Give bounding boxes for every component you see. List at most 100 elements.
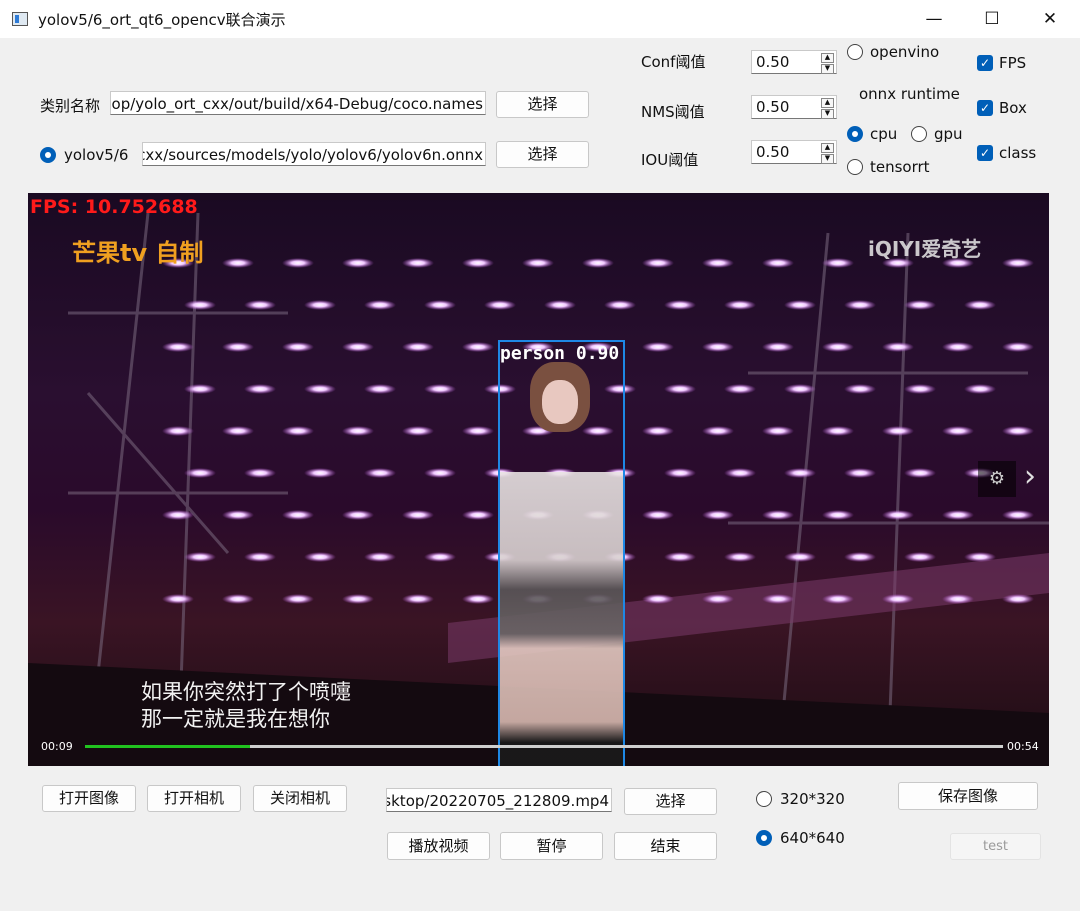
- gpu-radio[interactable]: [911, 126, 927, 142]
- test-button: test: [950, 833, 1041, 860]
- stage-light: [222, 258, 254, 268]
- stage-light: [424, 300, 456, 310]
- nms-threshold-spinbox[interactable]: 0.50 ▲ ▼: [751, 95, 837, 119]
- spin-down-icon[interactable]: ▼: [821, 64, 834, 74]
- box-checkbox[interactable]: ✓: [977, 100, 993, 116]
- stage-light: [942, 426, 974, 436]
- stage-light: [664, 552, 696, 562]
- stage-light: [364, 552, 396, 562]
- pause-button[interactable]: 暂停: [500, 832, 603, 860]
- stage-light: [904, 300, 936, 310]
- spin-down-icon[interactable]: ▼: [821, 109, 834, 119]
- open-camera-button[interactable]: 打开相机: [147, 785, 241, 812]
- size-320-radio[interactable]: [756, 791, 772, 807]
- detection-box: [498, 340, 625, 766]
- model-select-button[interactable]: 选择: [496, 141, 589, 168]
- stage-light: [402, 342, 434, 352]
- stop-button[interactable]: 结束: [614, 832, 717, 860]
- title-bar: yolov5/6_ort_qt6_opencv联合演示 — ☐ ✕: [0, 0, 1080, 38]
- progress-track[interactable]: [85, 745, 1003, 748]
- stage-light: [582, 258, 614, 268]
- class-checkbox[interactable]: ✓: [977, 145, 993, 161]
- stage-light: [222, 426, 254, 436]
- open-image-button[interactable]: 打开图像: [42, 785, 136, 812]
- stage-light: [1002, 258, 1034, 268]
- stage-light: [724, 300, 756, 310]
- stage-light: [342, 426, 374, 436]
- stage-light: [964, 300, 996, 310]
- fps-checkbox-label: FPS: [999, 54, 1027, 72]
- minimize-button[interactable]: —: [914, 6, 954, 32]
- stage-light: [282, 342, 314, 352]
- stage-light: [882, 594, 914, 604]
- video-path-input[interactable]: esktop/20220705_212809.mp4: [386, 788, 612, 812]
- stage-light: [342, 510, 374, 520]
- openvino-label: openvino: [870, 43, 940, 61]
- next-arrow-icon[interactable]: ›: [1024, 459, 1036, 494]
- stage-light: [904, 384, 936, 394]
- cpu-radio[interactable]: [847, 126, 863, 142]
- stage-light: [642, 342, 674, 352]
- stage-light: [904, 552, 936, 562]
- stage-light: [162, 342, 194, 352]
- box-checkbox-label: Box: [999, 99, 1027, 117]
- stage-light: [762, 426, 794, 436]
- stage-light: [664, 468, 696, 478]
- stage-light: [702, 258, 734, 268]
- stage-light: [724, 552, 756, 562]
- stage-light: [604, 300, 636, 310]
- stage-light: [822, 594, 854, 604]
- stage-light: [702, 342, 734, 352]
- stage-light: [484, 300, 516, 310]
- stage-light: [304, 468, 336, 478]
- nms-threshold-label: NMS阈值: [641, 103, 705, 121]
- close-camera-button[interactable]: 关闭相机: [253, 785, 347, 812]
- stage-light: [402, 426, 434, 436]
- stage-light: [1002, 342, 1034, 352]
- iou-threshold-label: IOU阈值: [641, 151, 699, 169]
- stage-light: [964, 384, 996, 394]
- stage-light: [304, 552, 336, 562]
- stage-light: [784, 468, 816, 478]
- stage-light: [244, 384, 276, 394]
- close-button[interactable]: ✕: [1030, 6, 1070, 32]
- yolov5-6-radio[interactable]: [40, 147, 56, 163]
- stage-light: [904, 468, 936, 478]
- stage-light: [784, 300, 816, 310]
- stage-light: [364, 300, 396, 310]
- stage-light: [222, 510, 254, 520]
- maximize-button[interactable]: ☐: [972, 6, 1012, 32]
- conf-threshold-spinbox[interactable]: 0.50 ▲ ▼: [751, 50, 837, 74]
- stage-light: [702, 594, 734, 604]
- class-names-select-button[interactable]: 选择: [496, 91, 589, 118]
- spin-up-icon[interactable]: ▲: [821, 143, 834, 153]
- stage-light: [1002, 426, 1034, 436]
- settings-icon[interactable]: ⚙: [978, 461, 1016, 497]
- video-select-button[interactable]: 选择: [624, 788, 717, 815]
- stage-light: [784, 552, 816, 562]
- fps-checkbox[interactable]: ✓: [977, 55, 993, 71]
- detection-label: person 0.90: [500, 343, 620, 364]
- spin-up-icon[interactable]: ▲: [821, 98, 834, 108]
- class-names-path-input[interactable]: op/yolo_ort_cxx/out/build/x64-Debug/coco…: [110, 91, 486, 115]
- stage-light: [762, 258, 794, 268]
- stage-light: [762, 342, 794, 352]
- spin-down-icon[interactable]: ▼: [821, 154, 834, 164]
- spin-up-icon[interactable]: ▲: [821, 53, 834, 63]
- stage-light: [282, 510, 314, 520]
- stage-light: [724, 468, 756, 478]
- yolov5-6-radio-label: yolov5/6: [64, 146, 129, 164]
- model-path-input[interactable]: cxx/sources/models/yolo/yolov6/yolov6n.o…: [142, 142, 486, 166]
- size-640-radio[interactable]: [756, 830, 772, 846]
- iou-threshold-spinbox[interactable]: 0.50 ▲ ▼: [751, 140, 837, 164]
- save-image-button[interactable]: 保存图像: [898, 782, 1038, 810]
- stage-light: [702, 426, 734, 436]
- class-checkbox-label: class: [999, 144, 1037, 162]
- openvino-radio[interactable]: [847, 44, 863, 60]
- tensorrt-radio[interactable]: [847, 159, 863, 175]
- play-video-button[interactable]: 播放视频: [387, 832, 490, 860]
- stage-light: [282, 426, 314, 436]
- stage-light: [844, 384, 876, 394]
- stage-light: [522, 258, 554, 268]
- stage-light: [942, 342, 974, 352]
